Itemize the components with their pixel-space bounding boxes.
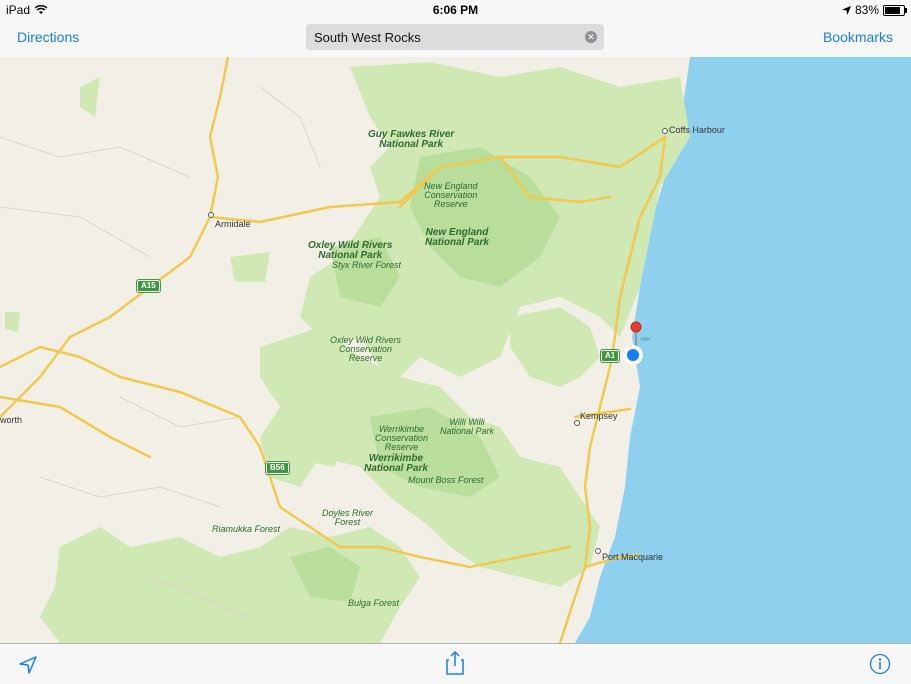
doyles-river-label: Doyles River Forest [322,508,374,527]
location-arrow-button-icon[interactable] [18,655,38,675]
status-bar: iPad 6:06 PM 83% [0,0,911,20]
riamukka-label: Riamukka Forest [212,524,281,534]
willi-willi-label: Willi Willi National Park [440,417,495,436]
directions-button[interactable]: Directions [17,29,79,45]
info-icon[interactable] [869,653,891,675]
town-kempsey: Kempsey [580,411,618,421]
oxley-conservation-label: Oxley Wild Rivers Conservation Reserve [330,335,401,363]
werrikimbe-conservation-label: Werrikimbe Conservation Reserve [375,424,429,452]
status-time: 6:06 PM [432,3,479,17]
battery-icon [883,4,907,16]
werrikimbe-np-label: Werrikimbe National Park [364,453,428,474]
location-arrow-icon [841,5,851,15]
map-view[interactable]: Guy Fawkes River National Park New Englan… [0,57,911,643]
clear-search-icon[interactable]: ✕ [585,31,597,43]
oxley-np-label: Oxley Wild Rivers National Park [308,240,393,261]
new-england-np-label: New England National Park [425,227,489,248]
route-shield-b56: B56 [266,462,289,474]
status-right: 83% [841,3,907,17]
bookmarks-button[interactable]: Bookmarks [823,29,893,45]
town-partial: worth [0,415,23,425]
nav-bar: Directions South West Rocks ✕ Bookmarks [0,20,911,58]
town-armidale: Armidale [215,219,251,229]
bulga-label: Bulga Forest [348,598,400,608]
battery-percent: 83% [854,3,879,17]
search-input-text[interactable]: South West Rocks [314,30,421,45]
share-icon[interactable] [445,650,465,676]
new-england-conservation-label: New England Conservation Reserve [424,181,478,209]
current-location-icon [623,345,643,365]
search-field[interactable]: South West Rocks ✕ [306,24,604,50]
route-shield-a15: A15 [137,280,160,292]
route-shield-a1: A1 [601,350,620,362]
guy-fawkes-label: Guy Fawkes River National Park [368,129,455,150]
map-canvas[interactable] [0,57,911,643]
styx-river-label: Styx River Forest [332,260,402,270]
town-coffs-harbour: Coffs Harbour [669,125,725,135]
bottom-toolbar [0,643,911,684]
mount-boss-label: Mount Boss Forest [408,475,484,485]
town-port-macquarie: Port Macquarie [602,552,664,562]
